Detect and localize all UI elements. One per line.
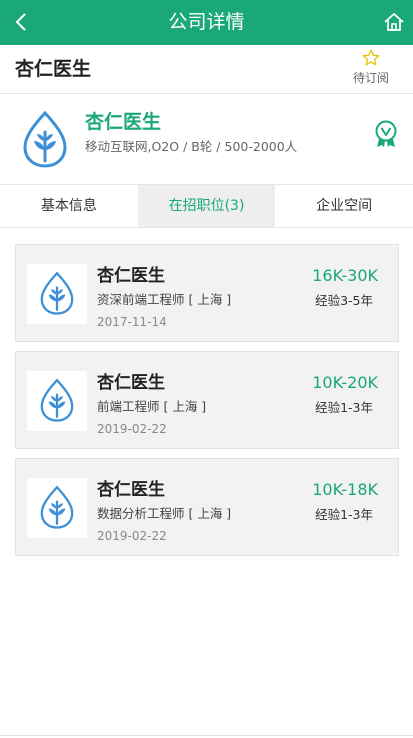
job-company-name: 杏仁医生 xyxy=(97,480,165,500)
job-company-logo xyxy=(27,264,87,324)
job-date: 2017-11-14 xyxy=(97,315,167,329)
company-card: 杏仁医生 移动互联网,O2O / B轮 / 500-2000人 xyxy=(0,94,413,185)
tab-basic-info[interactable]: 基本信息 xyxy=(0,185,138,227)
company-name-bar: 杏仁医生 待订阅 xyxy=(0,45,413,94)
job-card[interactable]: 杏仁医生 资深前端工程师 [ 上海 ] 2017-11-14 16K-30K 经… xyxy=(15,244,399,342)
company-name: 杏仁医生 xyxy=(85,111,162,133)
job-salary: 10K-20K xyxy=(312,373,378,392)
job-company-logo xyxy=(27,478,87,538)
job-date: 2019-02-22 xyxy=(97,529,167,543)
job-salary: 10K-18K xyxy=(312,480,378,499)
company-logo xyxy=(23,110,67,168)
company-name-heading: 杏仁医生 xyxy=(15,58,92,80)
job-date: 2019-02-22 xyxy=(97,422,167,436)
verified-badge-icon xyxy=(375,120,397,147)
job-title: 资深前端工程师 [ 上海 ] xyxy=(97,292,232,307)
subscribe-label: 待订阅 xyxy=(352,71,389,85)
job-experience: 经验1-3年 xyxy=(315,400,373,415)
job-title: 数据分析工程师 [ 上海 ] xyxy=(97,506,232,521)
page-title: 公司详情 xyxy=(168,11,245,33)
job-company-name: 杏仁医生 xyxy=(97,266,165,286)
job-experience: 经验1-3年 xyxy=(315,507,373,522)
job-experience: 经验3-5年 xyxy=(315,293,373,308)
job-company-logo xyxy=(27,371,87,431)
company-meta: 移动互联网,O2O / B轮 / 500-2000人 xyxy=(85,139,298,154)
top-nav-bar: 公司详情 xyxy=(0,0,413,45)
home-icon[interactable] xyxy=(383,11,405,33)
subscribe-button[interactable]: 待订阅 xyxy=(351,49,391,86)
job-company-name: 杏仁医生 xyxy=(97,373,165,393)
tab-open-positions[interactable]: 在招职位(3) xyxy=(137,185,276,227)
job-card[interactable]: 杏仁医生 数据分析工程师 [ 上海 ] 2019-02-22 10K-18K 经… xyxy=(15,458,399,556)
job-salary: 16K-30K xyxy=(312,266,378,285)
tab-company-space[interactable]: 企业空间 xyxy=(275,185,413,227)
job-card[interactable]: 杏仁医生 前端工程师 [ 上海 ] 2019-02-22 10K-20K 经验1… xyxy=(15,351,399,449)
bottom-divider xyxy=(0,735,413,736)
tab-bar: 基本信息 在招职位(3) 企业空间 xyxy=(0,185,413,228)
star-outline-icon xyxy=(362,49,380,66)
job-title: 前端工程师 [ 上海 ] xyxy=(97,399,207,414)
